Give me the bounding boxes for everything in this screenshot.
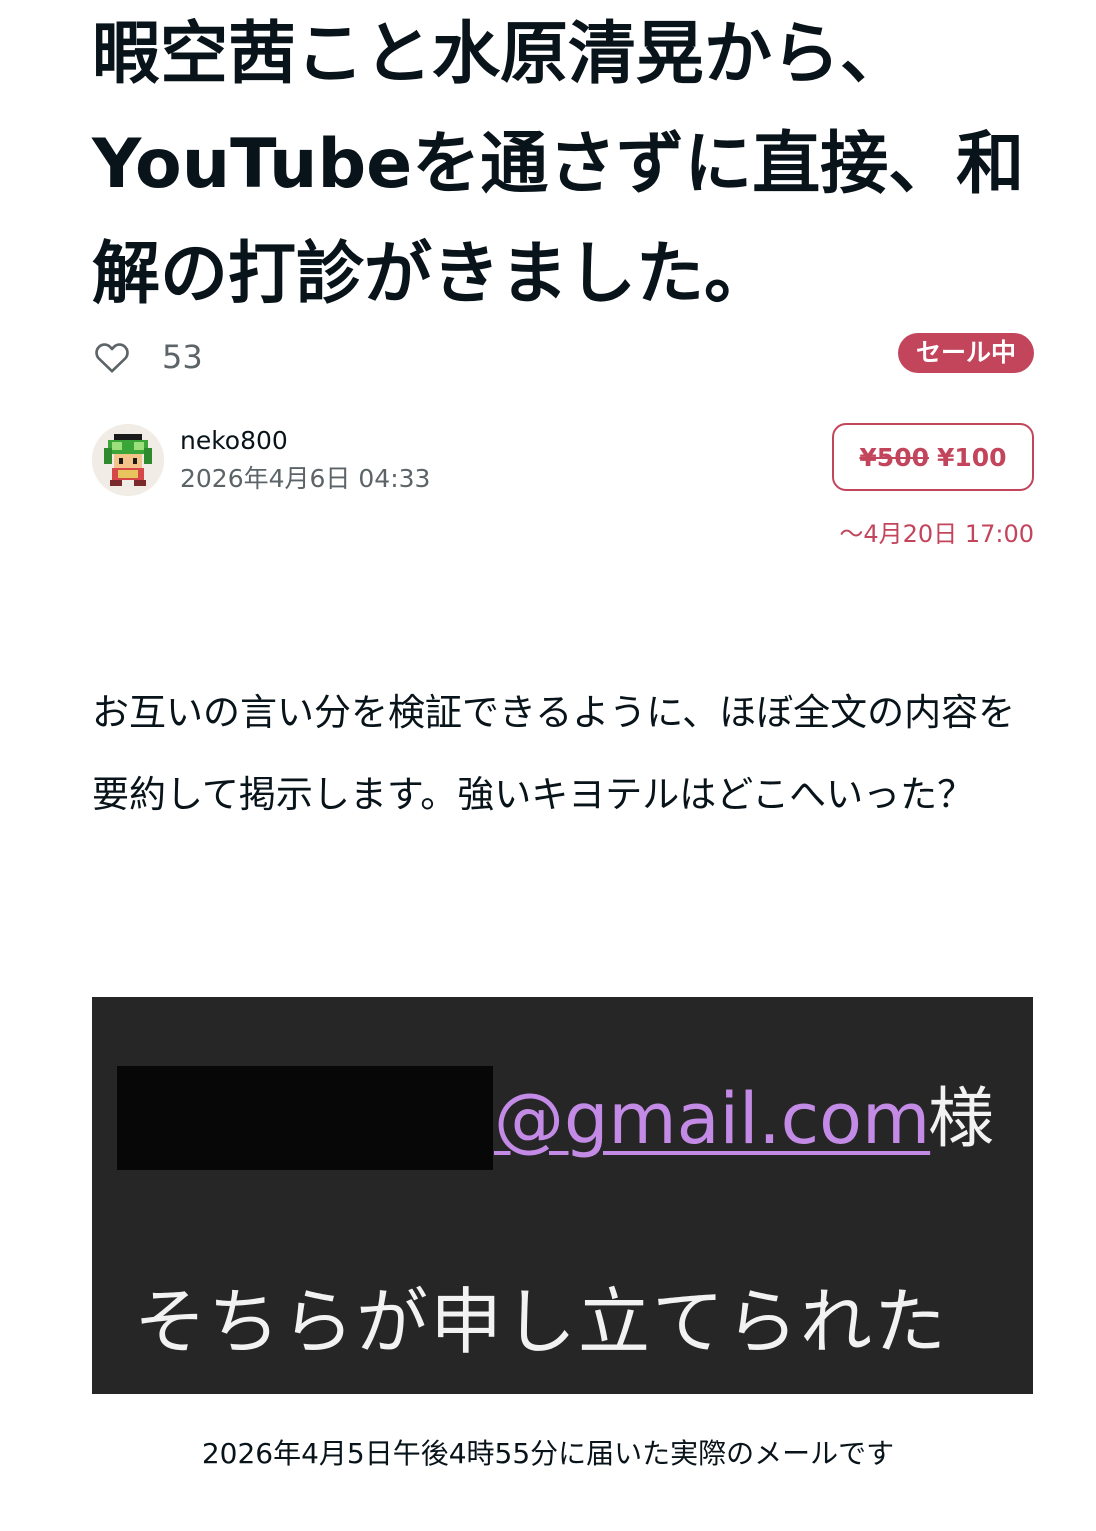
redaction-box xyxy=(117,1066,493,1170)
sale-badge: セール中 xyxy=(897,333,1034,373)
post-date: 2026年4月6日 04:33 xyxy=(180,464,431,493)
sale-end-time: 〜4月20日 17:00 xyxy=(839,520,1034,548)
article-body-text: お互いの言い分を検証できるように、ほぼ全文の内容を要約して掲示します。強いキヨテ… xyxy=(92,691,1016,816)
like-count: 53 xyxy=(162,338,203,376)
buy-price-button[interactable]: ¥500 ¥100 xyxy=(832,423,1034,491)
like-area: 53 xyxy=(92,330,203,384)
author-block[interactable]: neko800 2026年4月6日 04:33 xyxy=(92,422,430,498)
sale-price: ¥100 xyxy=(937,442,1007,472)
email-address-link: @gmail.com xyxy=(494,1078,931,1160)
image-caption: 2026年4月5日午後4時55分に届いた実際のメールです xyxy=(201,1437,895,1470)
heart-outline-icon[interactable] xyxy=(92,337,132,377)
email-screenshot-image: @gmail.com 様 そちらが申し立てられた xyxy=(92,997,1033,1394)
article-title: 暇空茜こと水原清晃から、YouTubeを通さずに直接、和解の打診がきました。 xyxy=(92,15,1025,314)
original-price: ¥500 xyxy=(859,442,929,472)
email-body-line: そちらが申し立てられた xyxy=(134,1280,949,1364)
author-name[interactable]: neko800 xyxy=(180,422,430,460)
avatar[interactable] xyxy=(92,424,164,496)
honorific-text: 様 xyxy=(928,1080,994,1157)
